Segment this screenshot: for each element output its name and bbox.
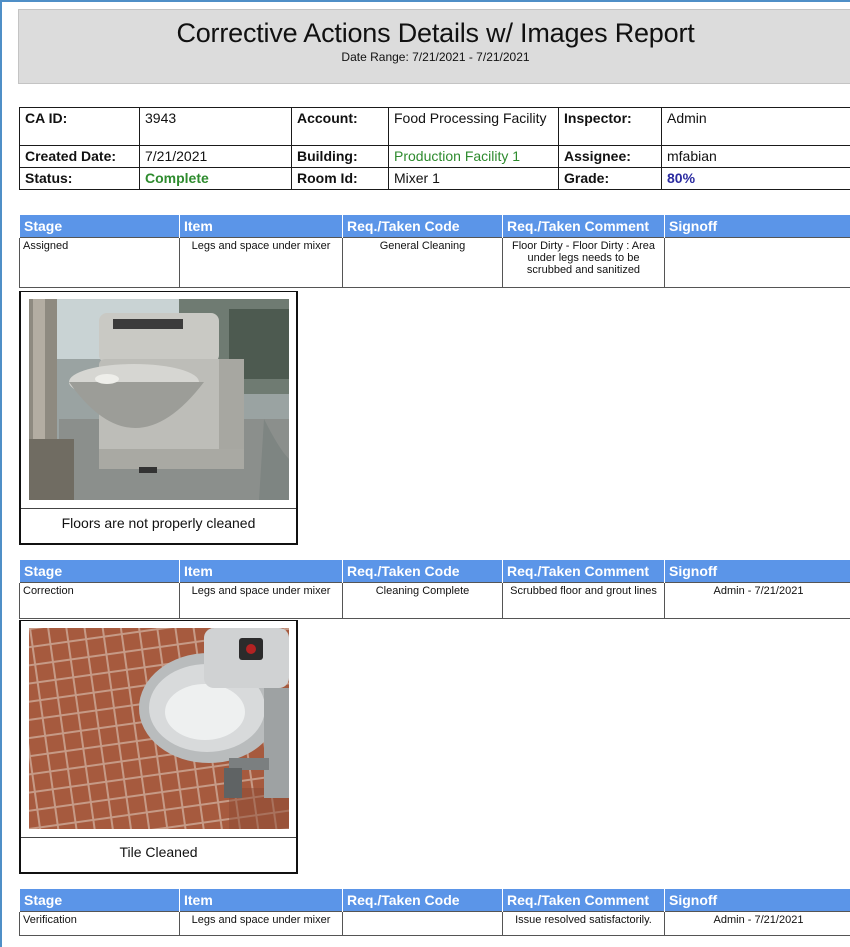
code-cell: [342, 910, 503, 936]
table-row: Assigned Legs and space under mixer Gene…: [19, 236, 850, 288]
tile-cleaned-photo: [29, 628, 289, 829]
code-cell: Cleaning Complete: [342, 581, 503, 619]
stage-column-header: Stage: [19, 215, 180, 237]
signoff-column-header: Signoff: [664, 560, 850, 582]
stage-table-verification: Stage Item Req./Taken Code Req./Taken Co…: [19, 889, 850, 936]
report-header: Corrective Actions Details w/ Images Rep…: [18, 9, 850, 84]
assignee-label: Assignee:: [558, 145, 662, 168]
item-cell: Legs and space under mixer: [179, 910, 343, 936]
summary-table: CA ID: 3943 Account: Food Processing Fac…: [19, 107, 850, 190]
signoff-column-header: Signoff: [664, 889, 850, 911]
summary-row: Created Date: 7/21/2021 Building: Produc…: [19, 145, 850, 168]
comment-cell: Scrubbed floor and grout lines: [502, 581, 665, 619]
code-column-header: Req./Taken Code: [342, 889, 503, 911]
inspector-label: Inspector:: [558, 107, 662, 146]
status-label: Status:: [19, 167, 140, 190]
signoff-cell: Admin - 7/21/2021: [664, 581, 850, 619]
stage-header-row: Stage Item Req./Taken Code Req./Taken Co…: [19, 560, 850, 582]
stage-table-assigned: Stage Item Req./Taken Code Req./Taken Co…: [19, 215, 850, 288]
code-column-header: Req./Taken Code: [342, 560, 503, 582]
created-date-value: 7/21/2021: [139, 145, 292, 168]
comment-column-header: Req./Taken Comment: [502, 215, 665, 237]
stage-header-row: Stage Item Req./Taken Code Req./Taken Co…: [19, 215, 850, 237]
account-label: Account:: [291, 107, 389, 146]
image-caption: Tile Cleaned: [21, 837, 296, 865]
summary-row: CA ID: 3943 Account: Food Processing Fac…: [19, 107, 850, 146]
code-column-header: Req./Taken Code: [342, 215, 503, 237]
grade-label: Grade:: [558, 167, 662, 190]
stage-cell: Correction: [19, 581, 180, 619]
stage-table-correction: Stage Item Req./Taken Code Req./Taken Co…: [19, 560, 850, 619]
stage-cell: Verification: [19, 910, 180, 936]
item-cell: Legs and space under mixer: [179, 236, 343, 288]
comment-column-header: Req./Taken Comment: [502, 560, 665, 582]
date-range: Date Range: 7/21/2021 - 7/21/2021: [341, 50, 530, 64]
image-card: Tile Cleaned: [19, 620, 298, 874]
building-value: Production Facility 1: [388, 145, 559, 168]
comment-cell: Issue resolved satisfactorily.: [502, 910, 665, 936]
table-row: Verification Legs and space under mixer …: [19, 910, 850, 936]
stage-cell: Assigned: [19, 236, 180, 288]
comment-cell: Floor Dirty - Floor Dirty : Area under l…: [502, 236, 665, 288]
room-label: Room Id:: [291, 167, 389, 190]
ca-id-label: CA ID:: [19, 107, 140, 146]
signoff-cell: Admin - 7/21/2021: [664, 910, 850, 936]
assignee-value: mfabian: [661, 145, 850, 168]
account-value: Food Processing Facility: [388, 107, 559, 146]
status-value: Complete: [139, 167, 292, 190]
report-page: Corrective Actions Details w/ Images Rep…: [0, 0, 850, 947]
summary-row: Status: Complete Room Id: Mixer 1 Grade:…: [19, 167, 850, 190]
ca-id-value: 3943: [139, 107, 292, 146]
room-value: Mixer 1: [388, 167, 559, 190]
created-date-label: Created Date:: [19, 145, 140, 168]
mixer-dirty-floor-photo: [29, 299, 289, 500]
building-label: Building:: [291, 145, 389, 168]
stage-column-header: Stage: [19, 889, 180, 911]
code-cell: General Cleaning: [342, 236, 503, 288]
table-row: Correction Legs and space under mixer Cl…: [19, 581, 850, 619]
item-column-header: Item: [179, 560, 343, 582]
comment-column-header: Req./Taken Comment: [502, 889, 665, 911]
stage-header-row: Stage Item Req./Taken Code Req./Taken Co…: [19, 889, 850, 911]
item-column-header: Item: [179, 889, 343, 911]
stage-column-header: Stage: [19, 560, 180, 582]
item-column-header: Item: [179, 215, 343, 237]
report-title: Corrective Actions Details w/ Images Rep…: [176, 18, 695, 48]
image-card: Floors are not properly cleaned: [19, 291, 298, 545]
signoff-column-header: Signoff: [664, 215, 850, 237]
signoff-cell: [664, 236, 850, 288]
image-caption: Floors are not properly cleaned: [21, 508, 296, 536]
inspector-value: Admin: [661, 107, 850, 146]
item-cell: Legs and space under mixer: [179, 581, 343, 619]
grade-value: 80%: [661, 167, 850, 190]
